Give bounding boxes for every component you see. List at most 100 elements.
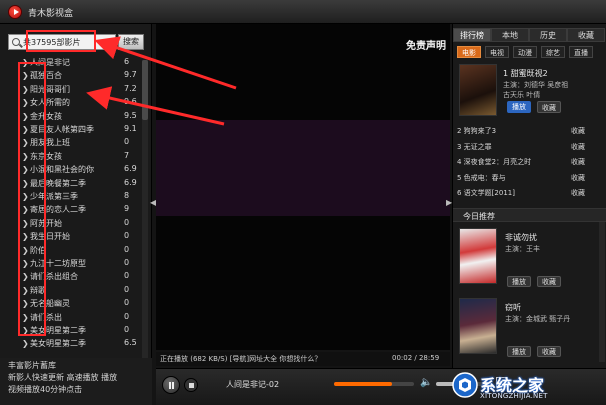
ranking-favorite-button[interactable]: 收藏 bbox=[571, 157, 585, 167]
status-bar: 正在播放 (682 KB/S) [导航]网址大全 你想找什么？ 00:02 / … bbox=[156, 352, 450, 366]
status-text: 正在播放 (682 KB/S) [导航]网址大全 你想找什么？ bbox=[160, 355, 322, 363]
list-scrollbar-thumb[interactable] bbox=[142, 60, 148, 120]
ranking-item-title[interactable]: 2 狗狗来了3 bbox=[457, 126, 496, 136]
list-item-score: 0 bbox=[124, 311, 130, 321]
list-item-score: 8 bbox=[124, 191, 130, 200]
pause-button[interactable] bbox=[162, 376, 180, 394]
recommend-cast: 主演：金城武 甄子丹 bbox=[505, 315, 571, 323]
ranking-favorite-button[interactable]: 收藏 bbox=[571, 142, 585, 152]
today-title: 今日推荐 bbox=[463, 212, 495, 221]
list-item-score: 9 bbox=[124, 204, 130, 214]
ranking-item-title[interactable]: 4 深夜食堂2：月亮之时 bbox=[457, 157, 531, 167]
recommend-favorite-button[interactable]: 收藏 bbox=[537, 276, 561, 287]
list-item-score: 6.9 bbox=[124, 177, 137, 187]
list-item-score: 0 bbox=[124, 231, 130, 241]
feature-poster[interactable] bbox=[459, 64, 497, 116]
feature-favorite-button[interactable]: 收藏 bbox=[537, 101, 561, 113]
app-window: 青木影视盒 搜索 ❯人间是非记6❯孤独百合9.7❯阳光哥哥们7.2❯女人所需的9… bbox=[0, 0, 606, 405]
list-item-score: 9.7 bbox=[124, 70, 137, 80]
list-item-score: 6.5 bbox=[124, 338, 137, 348]
tab-history[interactable]: 历史 bbox=[529, 28, 567, 42]
promo-line: 新影人快速更新 高速播放 播放 bbox=[8, 373, 118, 382]
search-button[interactable]: 搜索 bbox=[118, 34, 144, 50]
category-tab[interactable]: 直播 bbox=[569, 46, 593, 58]
video-frame bbox=[156, 120, 450, 216]
seek-bar[interactable] bbox=[334, 382, 414, 386]
list-item-score: 0 bbox=[124, 217, 130, 227]
stop-button[interactable] bbox=[184, 378, 198, 392]
list-item-score: 0 bbox=[124, 244, 130, 254]
tab-ranking[interactable]: 排行榜 bbox=[453, 28, 491, 42]
recommend-cast: 主演：王丰 bbox=[505, 245, 540, 253]
ranking-item[interactable]: 3 无证之罪 收藏 bbox=[457, 140, 603, 153]
ranking-favorite-button[interactable]: 收藏 bbox=[571, 188, 585, 198]
right-scrollbar[interactable] bbox=[599, 222, 605, 362]
list-item-score: 9.1 bbox=[124, 124, 137, 133]
list-item-score: 6 bbox=[124, 57, 130, 66]
list-item-score: 0 bbox=[124, 137, 130, 147]
recommend-title[interactable]: 窃听 bbox=[505, 302, 521, 313]
category-tab[interactable]: 电视 bbox=[485, 46, 509, 58]
list-item-score: 0 bbox=[124, 284, 130, 294]
list-item-score: 7 bbox=[124, 150, 130, 160]
category-tab[interactable]: 电影 bbox=[457, 46, 481, 58]
volume-icon[interactable]: 🔈 bbox=[420, 377, 432, 388]
feature-cast: 主演：刘德华 吴彦祖 bbox=[503, 81, 569, 89]
recommend-poster[interactable] bbox=[459, 228, 497, 284]
ranking-favorite-button[interactable]: 收藏 bbox=[571, 173, 585, 183]
promo-line: 视频播放40分钟点击 bbox=[8, 385, 83, 394]
category-tabs: 电影 电视 动漫 综艺 直播 bbox=[457, 46, 603, 58]
watermark-url: XITONGZHIJIA.NET bbox=[480, 392, 548, 400]
promo-footer: 丰富影片蓄库 新影人快速更新 高速播放 播放 视频播放40分钟点击 百度 bbox=[0, 358, 152, 405]
recommend-card: 非诚勿扰主演：王丰播放 收藏 bbox=[459, 228, 603, 294]
list-item-score: 9.5 bbox=[124, 110, 137, 120]
ranking-item-title[interactable]: 5 色戒电：春与 bbox=[457, 173, 506, 183]
feature-title[interactable]: 1 甜蜜既视2 bbox=[503, 68, 548, 79]
promo-headline: 丰富影片蓄库 bbox=[8, 361, 56, 370]
right-panel: 排行榜 本地 历史 收藏 电影 电视 动漫 综艺 直播 1 甜蜜既视2 主演：刘德华 吴彦祖 … bbox=[452, 24, 606, 368]
ranking-item[interactable]: 5 色戒电：春与 收藏 bbox=[457, 171, 603, 184]
annotation-box-list bbox=[18, 62, 46, 336]
recommend-play-button[interactable]: 播放 bbox=[507, 346, 531, 357]
category-tab[interactable]: 动漫 bbox=[513, 46, 537, 58]
playback-time: 00:02 / 28:59 bbox=[392, 354, 440, 362]
ranking-item[interactable]: 4 深夜食堂2：月亮之时 收藏 bbox=[457, 155, 603, 168]
list-scrollbar[interactable] bbox=[142, 60, 148, 360]
list-item-score: 9.6 bbox=[124, 97, 137, 107]
feature-play-button[interactable]: 播放 bbox=[507, 101, 531, 113]
app-title: 青木影视盒 bbox=[28, 9, 74, 19]
tab-local[interactable]: 本地 bbox=[491, 28, 529, 42]
feature-cast: 古天乐 叶倩 bbox=[503, 91, 541, 99]
right-tabs: 排行榜 本地 历史 收藏 bbox=[453, 28, 606, 42]
tab-favorites[interactable]: 收藏 bbox=[567, 28, 605, 42]
ranking-item-title[interactable]: 6 语文学题[2011] bbox=[457, 188, 515, 198]
list-item[interactable]: ❯ 美女明星第二季 6.5 bbox=[18, 337, 142, 350]
list-item-score: 0 bbox=[124, 271, 130, 281]
video-promo-text: 免责声明 bbox=[406, 41, 446, 52]
ranking-item[interactable]: 2 狗狗来了3 收藏 bbox=[457, 124, 603, 137]
recommend-card: 窃听主演：金城武 甄子丹 播放 收藏 bbox=[459, 298, 603, 364]
list-item-title: 美女明星第二季 bbox=[30, 339, 86, 349]
recommend-poster[interactable] bbox=[459, 298, 497, 354]
chevron-right-icon: ❯ bbox=[22, 339, 29, 349]
now-playing-title: 人间是非记-02 bbox=[226, 380, 280, 389]
video-area[interactable]: 免责声明 bbox=[156, 24, 450, 350]
ranking-favorite-button[interactable]: 收藏 bbox=[571, 126, 585, 136]
ranking-item[interactable]: 6 语文学题[2011] 收藏 bbox=[457, 186, 603, 199]
recommend-favorite-button[interactable]: 收藏 bbox=[537, 346, 561, 357]
app-logo-icon bbox=[8, 5, 22, 19]
category-tab[interactable]: 综艺 bbox=[541, 46, 565, 58]
title-bar: 青木影视盒 bbox=[0, 0, 606, 24]
annotation-box-search bbox=[26, 30, 96, 52]
recommend-play-button[interactable]: 播放 bbox=[507, 276, 531, 287]
search-icon bbox=[12, 38, 20, 46]
seek-progress bbox=[334, 382, 392, 386]
recommend-title[interactable]: 非诚勿扰 bbox=[505, 232, 537, 243]
list-item-score: 0 bbox=[124, 298, 130, 308]
list-item-score: 0 bbox=[124, 258, 130, 267]
list-item-score: 7.2 bbox=[124, 83, 137, 93]
ranking-item-title[interactable]: 3 无证之罪 bbox=[457, 142, 492, 152]
watermark-logo-icon bbox=[452, 372, 478, 398]
list-item-score: 6.9 bbox=[124, 164, 137, 174]
list-item-score: 0 bbox=[124, 325, 130, 334]
